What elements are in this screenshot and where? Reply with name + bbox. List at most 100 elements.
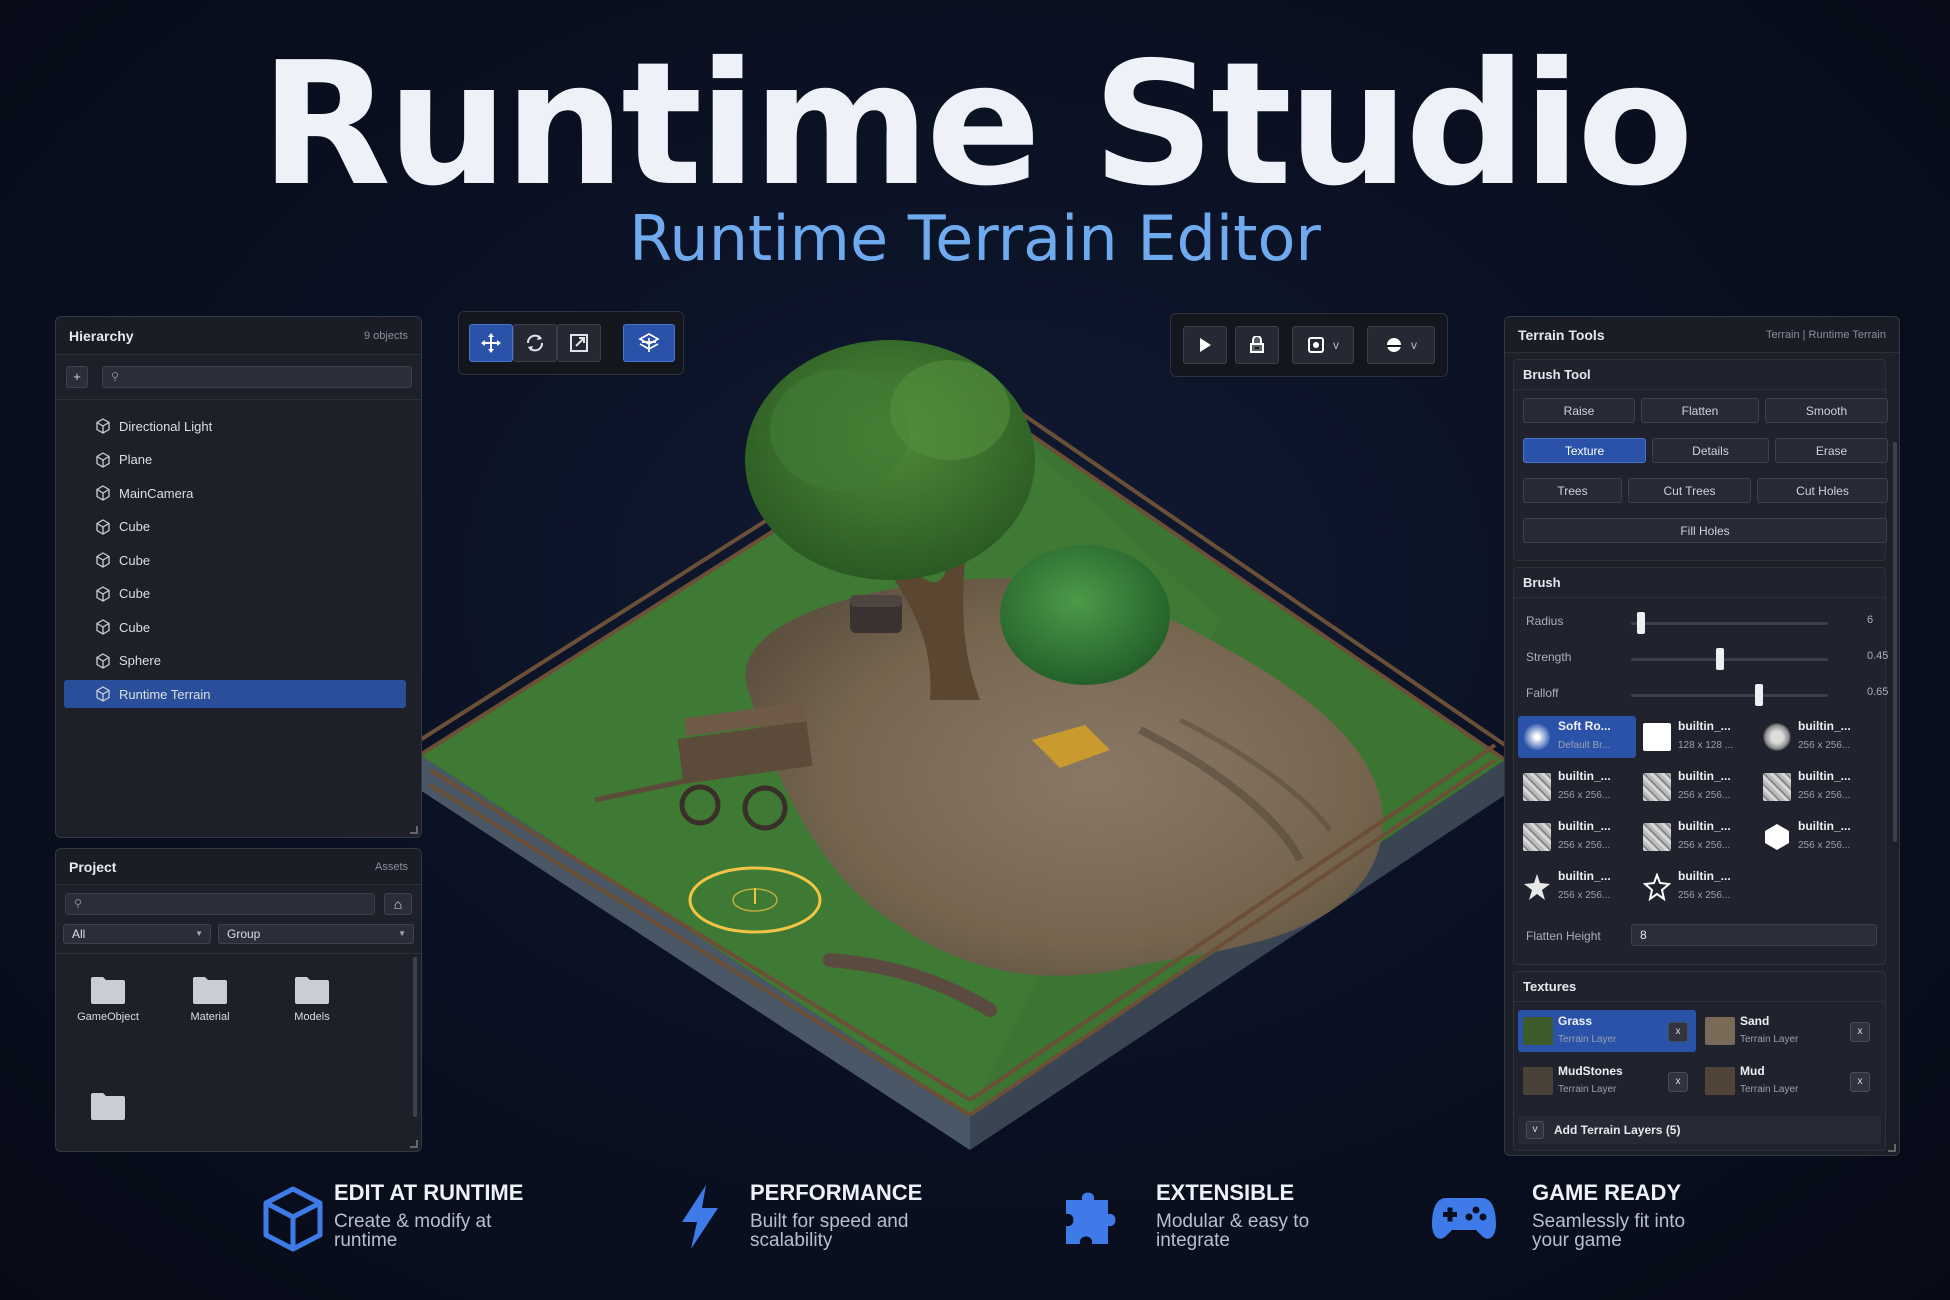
group-select[interactable]: Group ▼	[218, 924, 414, 944]
scene-viewport[interactable]	[420, 300, 1510, 1160]
radius-slider-handle[interactable]	[1636, 612, 1645, 634]
brush-option[interactable]: builtin_... 256 x 256...	[1758, 766, 1876, 808]
transform-toolbar	[458, 311, 684, 375]
brush-tool-details-button[interactable]: Details	[1652, 438, 1769, 463]
brush-option[interactable]: builtin_... 256 x 256...	[1518, 766, 1636, 808]
project-search-input[interactable]: ⚲	[65, 893, 375, 915]
resize-handle[interactable]	[1888, 1144, 1896, 1152]
hierarchy-item[interactable]: Cube	[64, 613, 406, 641]
project-scrollbar[interactable]	[413, 957, 417, 1117]
radius-slider[interactable]	[1631, 612, 1828, 634]
gameobject-cube-icon	[96, 451, 110, 468]
expand-toggle[interactable]: v	[1526, 1121, 1544, 1139]
texture-description: Terrain Layer	[1558, 1034, 1617, 1045]
brush-name: builtin_...	[1798, 769, 1851, 783]
brush-name: builtin_...	[1558, 819, 1611, 833]
square-brush-thumbnail	[1643, 723, 1671, 751]
brush-name: builtin_...	[1558, 769, 1611, 783]
add-object-button[interactable]: +	[66, 366, 88, 388]
strength-slider-handle[interactable]	[1715, 648, 1724, 670]
render-mode-dropdown[interactable]: v	[1367, 326, 1435, 364]
remove-texture-button[interactable]: x	[1850, 1072, 1870, 1092]
remove-texture-button[interactable]: x	[1668, 1022, 1688, 1042]
brush-option[interactable]: builtin_... 256 x 256...	[1638, 866, 1756, 908]
gameobject-cube-icon	[96, 552, 110, 568]
feature-description: Seamlessly fit into your game	[1532, 1211, 1686, 1251]
remove-texture-button[interactable]: x	[1668, 1072, 1688, 1092]
brush-option[interactable]: builtin_... 256 x 256...	[1758, 816, 1876, 858]
falloff-slider[interactable]	[1631, 684, 1828, 706]
brush-tool-cut-trees-button[interactable]: Cut Trees	[1628, 478, 1751, 503]
brush-name: Soft Ro...	[1558, 719, 1611, 733]
blob-brush-thumbnail	[1763, 723, 1791, 751]
hierarchy-item[interactable]: MainCamera	[64, 479, 406, 507]
filter-select[interactable]: All ▼	[63, 924, 211, 944]
radius-value: 6	[1867, 614, 1874, 626]
hierarchy-item[interactable]: Sphere	[64, 647, 406, 675]
move-tool-button[interactable]	[469, 324, 513, 362]
brush-tool-fill-holes-button[interactable]: Fill Holes	[1523, 518, 1887, 543]
brush-description: 256 x 256...	[1678, 790, 1731, 801]
hierarchy-item-label: Plane	[119, 452, 153, 467]
gameobject-cube-icon	[96, 652, 110, 669]
brush-name: builtin_...	[1678, 719, 1731, 733]
hierarchy-item[interactable]: Cube	[64, 580, 406, 608]
texture-layer-item[interactable]: MudStones Terrain Layer x	[1518, 1060, 1696, 1102]
brush-option[interactable]: builtin_... 256 x 256...	[1518, 816, 1636, 858]
falloff-slider-handle[interactable]	[1755, 684, 1764, 706]
project-folder[interactable]	[68, 1091, 148, 1127]
brush-option[interactable]: Soft Ro... Default Br...	[1518, 716, 1636, 758]
chevron-down-icon: ▼	[195, 929, 203, 938]
radius-label: Radius	[1526, 614, 1564, 628]
hero-title: Runtime Studio	[260, 26, 1694, 224]
folder-label: Material	[190, 1011, 230, 1023]
project-folder[interactable]: Material	[170, 975, 250, 1023]
hierarchy-item[interactable]: Runtime Terrain	[64, 680, 406, 708]
remove-texture-button[interactable]: x	[1850, 1022, 1870, 1042]
brush-tool-smooth-button[interactable]: Smooth	[1765, 398, 1888, 423]
terrain-scrollbar[interactable]	[1893, 442, 1897, 842]
project-folder[interactable]: Models	[272, 975, 352, 1023]
brush-section: Brush Radius 6 Strength 0.45 Falloff 0.6…	[1513, 567, 1888, 965]
rotate-tool-button[interactable]	[513, 324, 557, 362]
brush-option[interactable]: builtin_... 256 x 256...	[1638, 766, 1756, 808]
project-folder[interactable]: GameObject	[68, 975, 148, 1023]
brush-tool-raise-button[interactable]: Raise	[1523, 398, 1635, 423]
save-scene-button[interactable]	[1235, 326, 1279, 364]
brush-description: Default Br...	[1558, 740, 1611, 751]
brush-option[interactable]: builtin_... 256 x 256...	[1518, 866, 1636, 908]
brush-option[interactable]: builtin_... 256 x 256...	[1638, 816, 1756, 858]
brush-tool-texture-button[interactable]: Texture	[1523, 438, 1646, 463]
resize-handle[interactable]	[410, 826, 418, 834]
brush-option[interactable]: builtin_... 128 x 128 ...	[1638, 716, 1756, 758]
terrain-breadcrumb: Terrain | Runtime Terrain	[1765, 328, 1886, 341]
play-button[interactable]	[1183, 326, 1227, 364]
hero-subtitle: Runtime Terrain Editor	[629, 202, 1321, 275]
hierarchy-item[interactable]: Plane	[64, 446, 406, 474]
brush-option[interactable]: builtin_... 256 x 256...	[1758, 716, 1876, 758]
hierarchy-search-input[interactable]: ⚲	[102, 366, 412, 388]
resize-handle[interactable]	[410, 1140, 418, 1148]
brush-tool-erase-button[interactable]: Erase	[1775, 438, 1888, 463]
brush-tool-flatten-button[interactable]: Flatten	[1641, 398, 1759, 423]
brush-tool-trees-button[interactable]: Trees	[1523, 478, 1622, 503]
texture-layer-item[interactable]: Sand Terrain Layer x	[1700, 1010, 1878, 1052]
add-terrain-layers-row[interactable]: v Add Terrain Layers (5)	[1518, 1116, 1881, 1144]
brush-tool-cut-holes-button[interactable]: Cut Holes	[1757, 478, 1888, 503]
hierarchy-item[interactable]: Directional Light	[64, 412, 406, 440]
scale-tool-button[interactable]	[557, 324, 601, 362]
pivot-tool-button[interactable]	[623, 324, 675, 362]
noise-brush-thumbnail	[1643, 773, 1671, 801]
flatten-height-input[interactable]: 8	[1631, 924, 1877, 946]
hierarchy-item-label: Sphere	[119, 653, 161, 668]
brush-description: 256 x 256...	[1558, 840, 1611, 851]
texture-name: Mud	[1740, 1064, 1765, 1078]
noise-brush-thumbnail	[1763, 773, 1791, 801]
settings-dropdown[interactable]: v	[1292, 326, 1354, 364]
texture-layer-item[interactable]: Mud Terrain Layer x	[1700, 1060, 1878, 1102]
home-button[interactable]: ⌂	[384, 893, 412, 915]
hierarchy-item[interactable]: Cube	[64, 513, 406, 541]
hierarchy-item[interactable]: Cube	[64, 546, 406, 574]
texture-layer-item[interactable]: Grass Terrain Layer x	[1518, 1010, 1696, 1052]
strength-slider[interactable]	[1631, 648, 1828, 670]
